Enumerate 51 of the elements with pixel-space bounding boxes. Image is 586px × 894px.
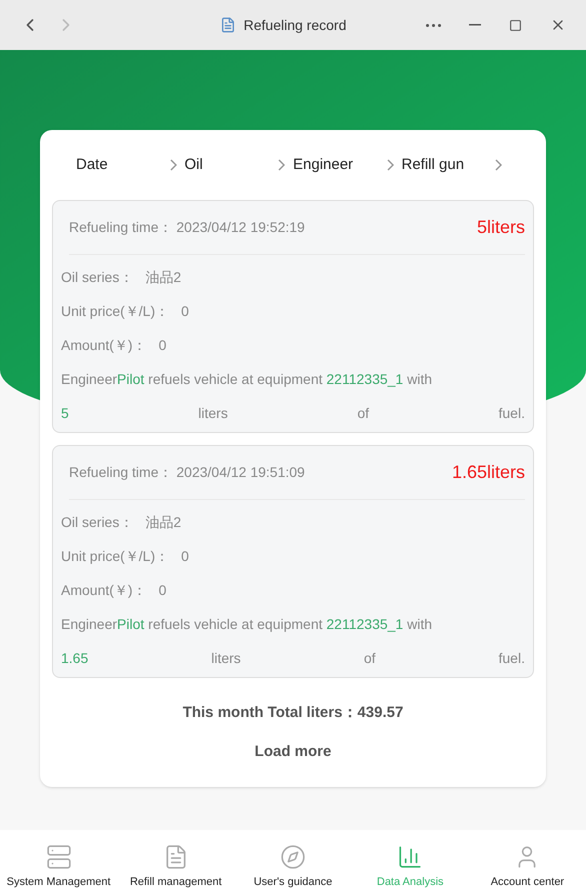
- filter-dropdown[interactable]: Oil: [184, 154, 293, 176]
- field-label: Amount(￥)：: [61, 581, 147, 600]
- refueling-time: Refueling time： 2023/04/12 19:52:19: [69, 218, 305, 237]
- compass-icon: [280, 844, 306, 870]
- nav-tab[interactable]: Account center: [468, 844, 586, 890]
- fuel-amount: 1.65: [61, 649, 88, 668]
- maximize-icon: [509, 18, 522, 32]
- filter-dropdown[interactable]: Engineer: [293, 154, 402, 176]
- liters-amount: 5liters: [476, 216, 525, 239]
- field-value: 油品2: [145, 513, 182, 532]
- chevron-right-icon: [278, 159, 285, 171]
- description-word: of: [364, 649, 376, 668]
- refuel-description: EngineerPilot refuels vehicle at equipment 22112335_1 with: [61, 615, 434, 634]
- description-word: fuel.: [498, 649, 525, 668]
- chevron-right-icon: [170, 159, 176, 171]
- filter-dropdown[interactable]: Date: [76, 154, 184, 176]
- server-icon: [46, 844, 72, 870]
- document-icon: [220, 17, 236, 33]
- field-label: Amount(￥)：: [61, 336, 147, 355]
- field-value: 0: [181, 302, 189, 321]
- field-value: 0: [158, 336, 166, 355]
- refueling-time: Refueling time： 2023/04/12 19:51:09: [69, 463, 305, 482]
- description-word: fuel.: [498, 404, 525, 423]
- window-title: Refueling record: [244, 16, 346, 35]
- description-word: liters: [211, 649, 241, 668]
- liters-amount: 1.65liters: [452, 461, 525, 484]
- chart-icon: [397, 844, 424, 870]
- description-word: of: [357, 404, 370, 423]
- field-label: Unit price(￥/L)：: [61, 302, 170, 321]
- fuel-amount: 5: [61, 404, 69, 423]
- more-button[interactable]: [426, 24, 441, 26]
- nav-tab[interactable]: Refill management: [117, 844, 234, 890]
- maximize-button[interactable]: [509, 18, 522, 32]
- nav-tab[interactable]: System Management: [0, 844, 118, 890]
- field-label: Unit price(￥/L)：: [61, 547, 170, 566]
- field-value: 油品2: [145, 268, 182, 287]
- filter-dropdown[interactable]: Refill gun: [402, 154, 510, 176]
- chevron-right-icon: [495, 159, 502, 171]
- field-value: 0: [158, 581, 166, 600]
- minimize-button[interactable]: [469, 24, 481, 26]
- more-icon: [426, 24, 441, 26]
- refuel-description: EngineerPilot refuels vehicle at equipment 22112335_1 with: [61, 370, 434, 389]
- monthly-total: This month Total liters：439.57: [182, 703, 404, 723]
- minimize-icon: [469, 24, 481, 26]
- chevron-right-icon: [386, 159, 394, 171]
- field-label: Oil series：: [61, 268, 134, 287]
- description-word: liters: [198, 404, 228, 423]
- field-value: 0: [181, 547, 189, 566]
- nav-tab[interactable]: User's guidance: [234, 844, 352, 890]
- load-more-button[interactable]: Load more: [254, 740, 332, 763]
- field-label: Oil series：: [61, 513, 134, 532]
